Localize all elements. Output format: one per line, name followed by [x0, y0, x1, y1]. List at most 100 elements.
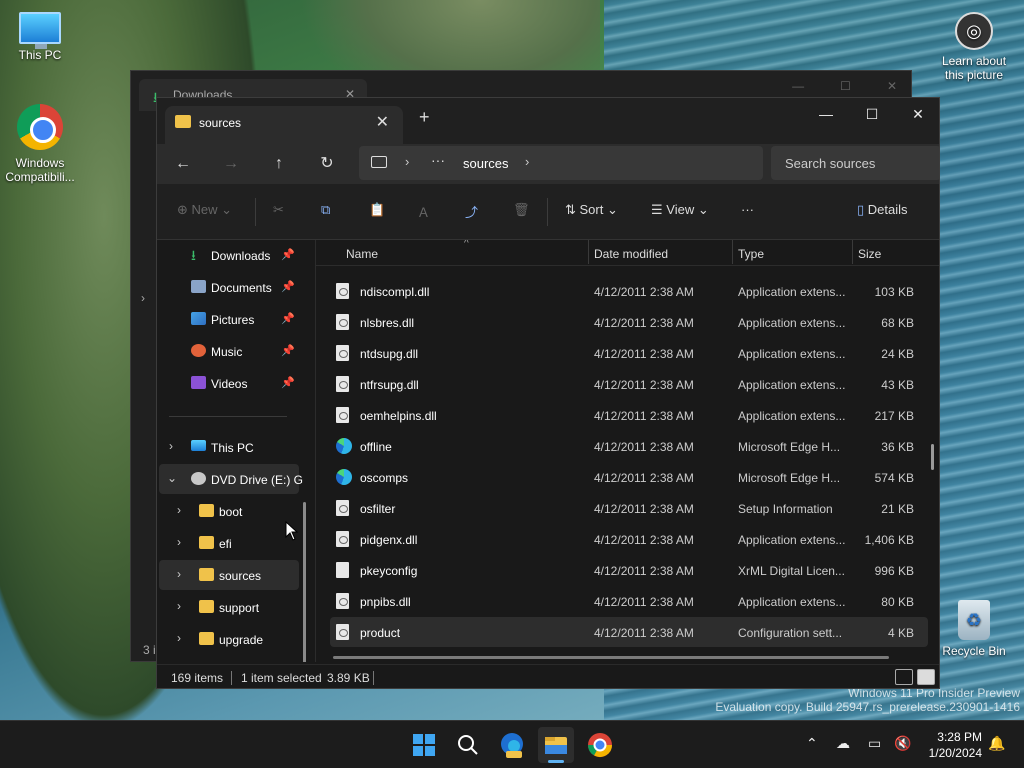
- chevron-right-icon[interactable]: ›: [405, 154, 409, 169]
- chevron-right-icon[interactable]: ›: [177, 535, 181, 549]
- onedrive-icon[interactable]: ☁: [836, 735, 850, 752]
- file-explorer-window[interactable]: sources ✕ + — ☐ ✕ ← → ↑ ↻ › ··· sources …: [156, 97, 940, 689]
- view-button[interactable]: ☰ View ⌄: [651, 202, 709, 218]
- table-row[interactable]: pnpibs.dll 4/12/2011 2:38 AM Application e…: [330, 586, 928, 616]
- chevron-right-icon[interactable]: ›: [177, 631, 181, 645]
- close-tab-icon[interactable]: ✕: [376, 112, 389, 132]
- edge-beta-button[interactable]: [494, 727, 530, 763]
- new-button[interactable]: ⊕ New ⌄: [177, 202, 232, 218]
- desktop-icon-learn-about-picture[interactable]: ◎ Learn about this picture: [934, 12, 1014, 82]
- nav-item-pictures[interactable]: Pictures 📌: [157, 304, 297, 334]
- table-row[interactable]: ntdsupg.dll 4/12/2011 2:38 AM Application …: [330, 338, 928, 368]
- table-row[interactable]: pidgenx.dll 4/12/2011 2:38 AM Application …: [330, 524, 928, 554]
- network-icon[interactable]: ▭: [868, 735, 881, 752]
- paste-icon[interactable]: 📋: [369, 202, 385, 218]
- column-header-name[interactable]: Name: [346, 247, 378, 261]
- minimize-icon[interactable]: —: [792, 79, 804, 93]
- breadcrumb-ellipsis[interactable]: ···: [431, 152, 445, 168]
- column-divider[interactable]: [732, 240, 733, 264]
- clock[interactable]: 3:28 PM 1/20/2024: [926, 729, 982, 761]
- table-row[interactable]: pkeyconfig 4/12/2011 2:38 AM XrML Digital …: [330, 555, 928, 585]
- minimize-button[interactable]: —: [803, 102, 849, 126]
- table-row[interactable]: oscomps 4/12/2011 2:38 AM Microsoft Edge H…: [330, 462, 928, 492]
- forward-arrow-icon[interactable]: →: [219, 152, 243, 176]
- maximize-button[interactable]: ☐: [849, 102, 895, 126]
- start-button[interactable]: [406, 727, 442, 763]
- nav-item-dvd-drive[interactable]: ⌄ DVD Drive (E:) G: [159, 464, 303, 494]
- camera-icon: ◎: [955, 12, 993, 50]
- column-header-type[interactable]: Type: [738, 247, 764, 261]
- dvd-drive-icon: [191, 472, 206, 485]
- nav-item-downloads[interactable]: ⭳ Downloads 📌: [157, 240, 297, 270]
- new-tab-button[interactable]: +: [419, 107, 430, 128]
- nav-item-sources[interactable]: › sources: [159, 560, 299, 590]
- nav-item-support[interactable]: › support: [157, 592, 297, 622]
- chrome-icon: [17, 104, 63, 150]
- nav-label: support: [219, 601, 260, 615]
- column-header-size[interactable]: Size: [858, 247, 881, 261]
- chevron-right-icon[interactable]: ›: [169, 439, 173, 453]
- table-row[interactable]: product 4/12/2011 2:38 AM Configuration se…: [330, 617, 928, 647]
- chrome-button[interactable]: [582, 727, 618, 763]
- chevron-right-icon[interactable]: ›: [177, 567, 181, 581]
- pin-icon: 📌: [281, 345, 295, 357]
- file-explorer-button[interactable]: [538, 727, 574, 763]
- notification-bell-icon[interactable]: 🔔: [988, 735, 1005, 752]
- nav-item-videos[interactable]: Videos 📌: [157, 368, 297, 398]
- address-bar[interactable]: › ··· sources ›: [359, 146, 763, 180]
- copy-icon[interactable]: ⧉: [321, 202, 330, 218]
- nav-item-efi[interactable]: › efi: [157, 528, 297, 558]
- close-icon[interactable]: ✕: [887, 79, 897, 93]
- status-divider: [231, 671, 232, 685]
- search-button[interactable]: [450, 727, 486, 763]
- desktop-icon-windows-compatibility[interactable]: Windows Compatibili...: [0, 104, 80, 184]
- details-button[interactable]: ▯ Details: [857, 202, 908, 218]
- rename-icon[interactable]: Ａ: [417, 202, 430, 221]
- chevron-right-icon[interactable]: ›: [525, 154, 529, 169]
- table-row[interactable]: nlsbres.dll 4/12/2011 2:38 AM Application …: [330, 307, 928, 337]
- chevron-right-icon[interactable]: ›: [177, 599, 181, 613]
- nav-scrollbar[interactable]: [303, 502, 306, 662]
- table-row[interactable]: ntfrsupg.dll 4/12/2011 2:38 AM Application…: [330, 369, 928, 399]
- breadcrumb-current[interactable]: sources: [463, 156, 509, 171]
- desktop-icon-this-pc[interactable]: This PC: [0, 12, 80, 62]
- desktop-icon-recycle-bin[interactable]: ♻ Recycle Bin: [934, 600, 1014, 658]
- table-row[interactable]: ndiscompl.dll 4/12/2011 2:38 AM Applicatio…: [330, 276, 928, 306]
- back-arrow-icon[interactable]: ←: [171, 152, 195, 176]
- nav-divider: [169, 416, 287, 417]
- chevron-right-icon[interactable]: ›: [177, 503, 181, 517]
- maximize-icon[interactable]: ☐: [840, 79, 851, 93]
- table-row[interactable]: oemhelpins.dll 4/12/2011 2:38 AM Applicati…: [330, 400, 928, 430]
- file-list-scrollbar[interactable]: [931, 444, 934, 470]
- cut-icon[interactable]: ✂: [273, 202, 284, 218]
- up-arrow-icon[interactable]: ↑: [267, 152, 291, 176]
- refresh-icon[interactable]: ↻: [315, 152, 339, 176]
- column-header-date[interactable]: Date modified: [594, 247, 668, 261]
- file-list: Name ^ Date modified Type Size ndiscompl…: [315, 240, 939, 662]
- column-divider[interactable]: [852, 240, 853, 264]
- delete-icon[interactable]: 🗑: [513, 202, 530, 218]
- table-row[interactable]: osfilter 4/12/2011 2:38 AM Setup Informati…: [330, 493, 928, 523]
- nav-item-this-pc[interactable]: › This PC: [157, 432, 297, 462]
- nav-item-music[interactable]: Music 📌: [157, 336, 297, 366]
- horizontal-scrollbar[interactable]: [333, 656, 889, 659]
- tab-sources[interactable]: sources ✕: [165, 106, 403, 144]
- file-icon: [336, 562, 349, 578]
- chevron-up-icon[interactable]: ⌃: [806, 735, 818, 752]
- sort-button[interactable]: ⇅ Sort ⌄: [565, 202, 618, 218]
- edge-file-icon: [336, 438, 352, 454]
- chevron-down-icon[interactable]: ⌄: [167, 471, 177, 485]
- nav-item-boot[interactable]: › boot: [157, 496, 297, 526]
- table-row[interactable]: offline 4/12/2011 2:38 AM Microsoft Edge H…: [330, 431, 928, 461]
- close-button[interactable]: ✕: [895, 102, 939, 126]
- more-options-button[interactable]: ···: [741, 202, 754, 217]
- large-icons-view-icon[interactable]: [917, 669, 935, 685]
- nav-item-documents[interactable]: Documents 📌: [157, 272, 297, 302]
- search-input[interactable]: Search sources: [771, 146, 939, 180]
- volume-muted-icon[interactable]: 🔇: [894, 735, 911, 752]
- share-icon[interactable]: ⤴: [465, 202, 478, 221]
- file-size: 217 KB: [874, 409, 914, 423]
- column-divider[interactable]: [588, 240, 589, 264]
- details-view-icon[interactable]: [895, 669, 913, 685]
- nav-item-upgrade[interactable]: › upgrade: [157, 624, 297, 654]
